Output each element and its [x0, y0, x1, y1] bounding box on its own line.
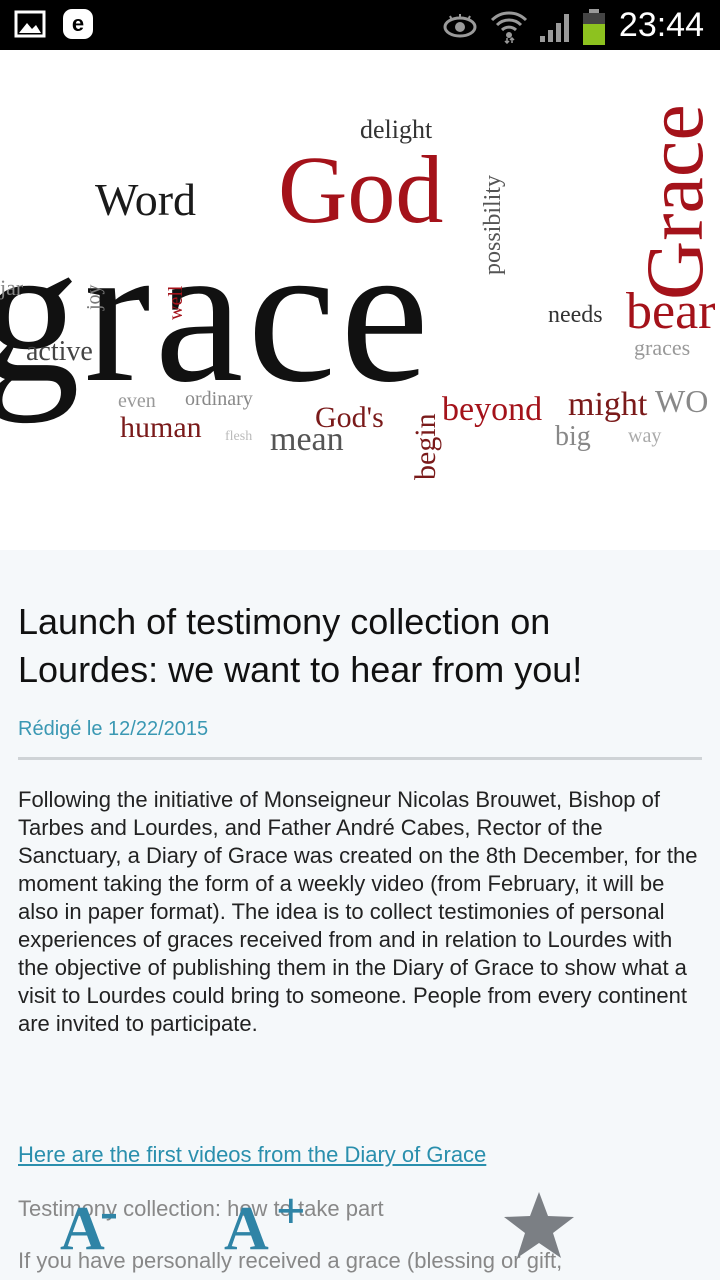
word-way: way [628, 425, 661, 447]
decrease-font-sign: - [100, 1181, 118, 1241]
word-big: big [555, 421, 591, 452]
word-might: might [568, 386, 648, 423]
word-joy: joy [83, 284, 105, 311]
word-beyond: beyond [442, 391, 542, 428]
wifi-icon [490, 11, 528, 44]
battery-icon [583, 9, 605, 45]
hero-image: delight possibility God Grace Word grace… [0, 50, 720, 550]
word-even: even [118, 390, 156, 412]
app-e-icon: e [63, 9, 93, 39]
word-cloud: delight possibility God Grace Word grace… [0, 104, 720, 480]
image-icon [14, 10, 46, 38]
divider [18, 757, 702, 760]
word-human: human [120, 411, 202, 444]
word-mean: mean [270, 421, 344, 458]
word-possibility: possibility [480, 175, 506, 275]
word-grace-vertical: Grace [629, 104, 720, 300]
word-graces: graces [634, 335, 690, 360]
article-title: Launch of testimony collection on Lourde… [18, 601, 583, 690]
word-begin: begin [409, 413, 442, 480]
word-jar: jar [0, 275, 24, 300]
word-flesh: flesh [225, 429, 252, 444]
article-body: Following the initiative of Monseigneur … [18, 787, 698, 1036]
word-active: active [26, 336, 93, 367]
decrease-font-button[interactable]: A - [60, 1181, 130, 1263]
status-bar: e 23:44 [0, 0, 720, 50]
diary-videos-link[interactable]: Here are the first videos from the Diary… [18, 1142, 486, 1168]
signal-icon [540, 14, 569, 42]
increase-font-sign: + [276, 1183, 306, 1240]
article: Launch of testimony collection on Lourde… [0, 550, 720, 1280]
word-wo: WO [655, 383, 708, 419]
word-ordinary: ordinary [185, 388, 253, 410]
article-date: Rédigé le 12/22/2015 [18, 718, 209, 740]
word-bear: bear [626, 283, 715, 340]
word-needs: needs [548, 302, 603, 328]
increase-font-letter: A [224, 1195, 269, 1263]
svg-text:e: e [72, 11, 84, 36]
star-icon[interactable] [502, 1190, 576, 1260]
decrease-font-letter: A [60, 1195, 105, 1263]
eye-icon [443, 14, 477, 38]
increase-font-button[interactable]: A + [224, 1183, 324, 1263]
clock: 23:44 [618, 6, 704, 44]
word-well: well [165, 285, 187, 320]
